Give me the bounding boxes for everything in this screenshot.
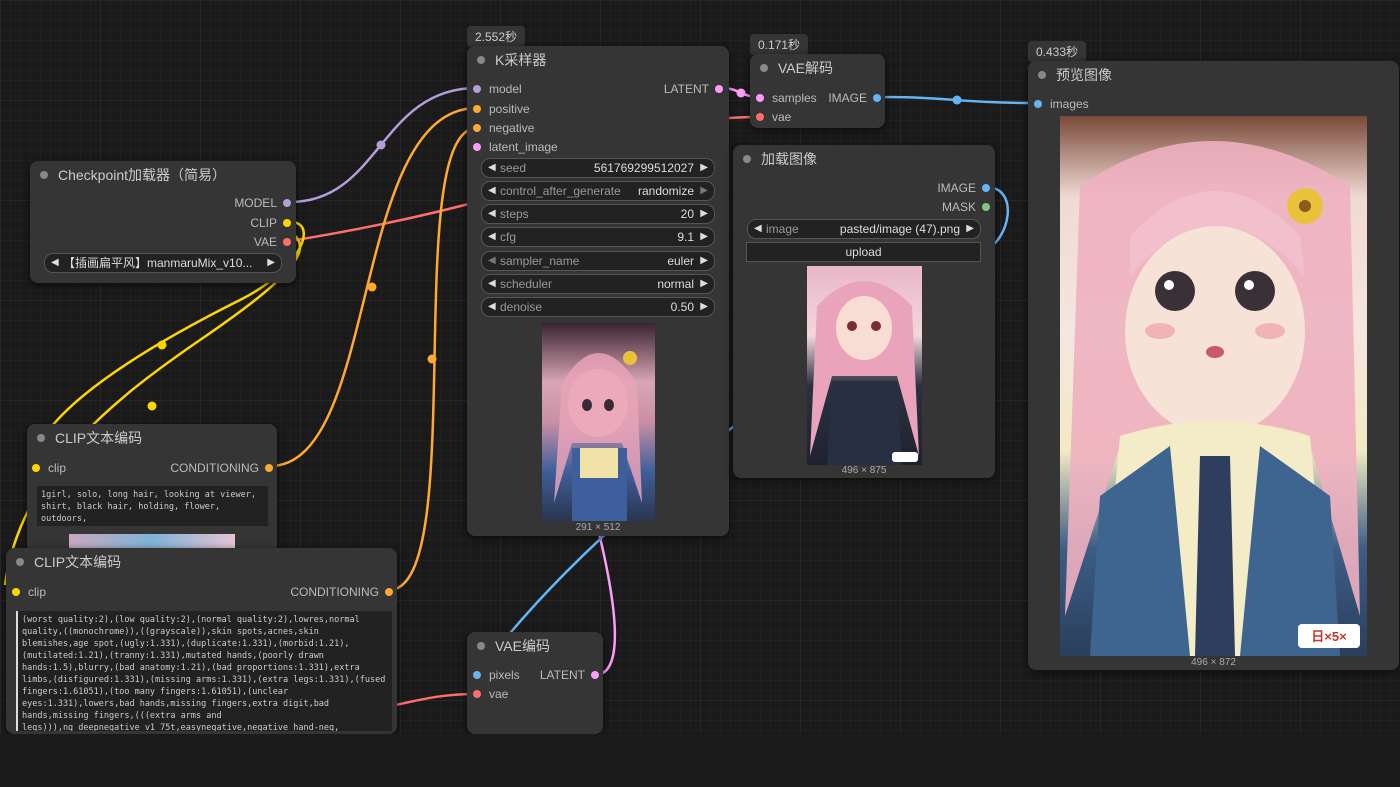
load-image-title[interactable]: 加载图像 [733,145,995,173]
output-image[interactable]: IMAGE [937,181,990,195]
input-model[interactable]: model [473,82,522,96]
collapse-dot-icon[interactable] [477,642,485,650]
checkpoint-loader-node[interactable]: Checkpoint加载器（简易） MODEL CLIP VAE ◀ 【插画扁平风… [30,161,296,283]
vae-encode-title[interactable]: VAE编码 [467,632,603,660]
load-image-node[interactable]: 加载图像 IMAGE MASK ◀ image pasted/image (47).… [733,145,995,478]
widget-control-after-generate[interactable]: ◀ control_after_generate randomize ▶ [481,181,715,201]
upload-button[interactable]: upload [746,242,981,262]
widget-seed[interactable]: ◀ seed 561769299512027 ▶ [481,158,715,178]
collapse-dot-icon[interactable] [40,171,48,179]
collapse-dot-icon[interactable] [477,56,485,64]
collapse-dot-icon[interactable] [1038,71,1046,79]
preview-watermark: 日×5× [1311,629,1347,644]
output-latent[interactable]: LATENT [540,668,599,682]
vae-decode-node[interactable]: VAE解码 samples vae IMAGE [750,54,885,128]
output-conditioning[interactable]: CONDITIONING [290,585,393,599]
ksampler-preview-image [542,323,655,521]
clip-text-encode-positive-node[interactable]: CLIP文本编码 clip CONDITIONING 1girl, solo, … [27,424,277,554]
input-latent-image[interactable]: latent_image [473,140,558,154]
canvas-bottom-area[interactable] [0,734,1400,787]
input-vae[interactable]: vae [473,687,508,701]
input-positive[interactable]: positive [473,102,530,116]
widget-steps[interactable]: ◀ steps 20 ▶ [481,204,715,224]
preview-time-badge: 0.433秒 [1028,41,1087,62]
preview-title[interactable]: 预览图像 [1028,61,1399,89]
checkpoint-title[interactable]: Checkpoint加载器（简易） [30,161,296,189]
widget-image-select[interactable]: ◀ image pasted/image (47).png ▶ [747,219,981,239]
output-latent[interactable]: LATENT [664,82,723,96]
ksampler-title[interactable]: K采样器 [467,46,729,74]
load-image-size: 496 × 875 [841,465,887,476]
widget-scheduler[interactable]: ◀ scheduler normal ▶ [481,274,715,294]
vae-decode-time-badge: 0.171秒 [750,34,809,55]
vae-decode-title[interactable]: VAE解码 [750,54,885,82]
input-clip[interactable]: clip [12,585,46,599]
input-pixels[interactable]: pixels [473,668,520,682]
clip1-thumbnail [69,534,235,548]
collapse-dot-icon[interactable] [760,64,768,72]
widget-denoise[interactable]: ◀ denoise 0.50 ▶ [481,297,715,317]
collapse-dot-icon[interactable] [37,434,45,442]
input-images[interactable]: images [1034,97,1089,111]
widget-ckpt-name[interactable]: ◀ 【插画扁平风】manmaruMix_v10... ▶ [44,253,282,273]
output-vae[interactable]: VAE [254,235,291,249]
output-mask[interactable]: MASK [942,200,990,214]
preview-image-size: 496 × 872 [1191,657,1236,668]
anime-girl-image: 日×5× [1065,141,1360,656]
widget-sampler-name[interactable]: ◀ sampler_name euler ▶ [481,251,715,271]
output-model[interactable]: MODEL [234,196,291,210]
negative-prompt-textarea[interactable]: (worst quality:2),(low quality:2),(norma… [16,611,392,731]
ksampler-time-badge: 2.552秒 [467,26,526,47]
vae-encode-node[interactable]: VAE编码 pixels vae LATENT [467,632,603,734]
input-vae[interactable]: vae [756,110,791,124]
collapse-dot-icon[interactable] [16,558,24,566]
widget-cfg[interactable]: ◀ cfg 9.1 ▶ [481,227,715,247]
collapse-dot-icon[interactable] [743,155,751,163]
clip1-title[interactable]: CLIP文本编码 [27,424,277,452]
anime-girl-source-image [810,281,919,465]
link-vae-encode [394,692,478,707]
ksampler-node[interactable]: K采样器 model positive negative latent_imag… [467,46,729,536]
output-conditioning[interactable]: CONDITIONING [170,461,273,475]
preview-image-node[interactable]: 预览图像 images 日×5× 496 × 872 [1028,61,1399,670]
clip-text-encode-negative-node[interactable]: CLIP文本编码 clip CONDITIONING (worst qualit… [6,548,397,734]
input-samples[interactable]: samples [756,91,817,105]
input-clip[interactable]: clip [32,461,66,475]
positive-prompt-textarea[interactable]: 1girl, solo, long hair, looking at viewe… [37,486,268,526]
load-image-preview [807,266,922,465]
input-negative[interactable]: negative [473,121,534,135]
output-image[interactable]: IMAGE [828,91,881,105]
preview-anime-image: 日×5× [1060,116,1367,656]
anime-girl-pixel-image [554,351,642,521]
output-clip[interactable]: CLIP [250,216,291,230]
clip2-title[interactable]: CLIP文本编码 [6,548,397,576]
ksampler-image-size: 291 × 512 [575,522,621,533]
